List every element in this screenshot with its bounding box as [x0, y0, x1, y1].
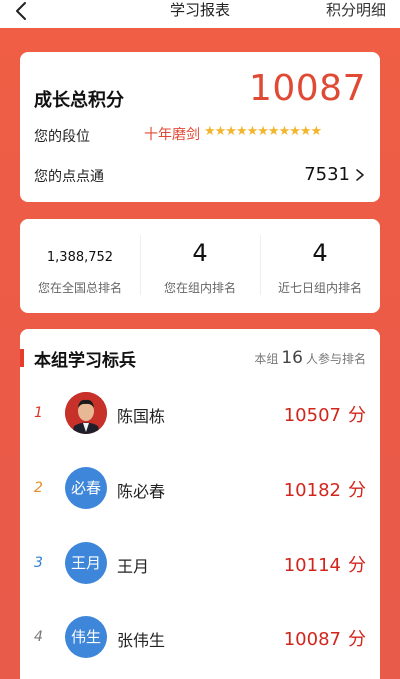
score-value: 10087 [283, 629, 341, 650]
member-score: 10507 分 [284, 401, 366, 427]
rank-number: 4 [34, 629, 43, 645]
group-rank-label: 您在组内排名 [163, 281, 236, 295]
weekly-group-rank-stat: 4 近七日组内排名 [260, 219, 380, 313]
score-unit: 分 [348, 405, 366, 426]
score-unit: 分 [348, 629, 366, 650]
rank-stars-icon: ★★★★★★★★★★★ [204, 124, 322, 139]
person-photo-icon [65, 392, 107, 434]
national-rank-value: 1,388,752 [46, 250, 114, 265]
national-rank-stat: 1,388,752 您在全国总排名 [20, 219, 140, 313]
participant-suffix: 人参与排名 [305, 352, 366, 366]
score-unit: 分 [348, 555, 366, 576]
avatar[interactable]: 必春 [65, 467, 107, 509]
member-name: 陈国栋 [117, 407, 166, 426]
leaderboard-row[interactable]: 4 伟生 张伟生 10087 分 [20, 609, 380, 669]
participant-count: 本组 16 人参与排名 [254, 348, 366, 368]
rank-number: 3 [34, 555, 43, 571]
weekly-group-rank-value: 4 [312, 239, 328, 267]
leaderboard-title: 本组学习标兵 [34, 351, 136, 371]
member-score: 10087 分 [284, 625, 366, 651]
group-rank-stat: 4 您在组内排名 [140, 219, 260, 313]
national-rank-label: 您在全国总排名 [37, 281, 122, 295]
avatar[interactable]: 伟生 [65, 616, 107, 658]
avatar[interactable] [65, 392, 107, 434]
member-name: 王月 [117, 557, 150, 576]
growth-points-label: 成长总积分 [34, 90, 124, 111]
rank-number: 1 [34, 405, 43, 421]
leaderboard-row[interactable]: 2 必春 陈必春 10182 分 [20, 460, 380, 520]
rank-title: 十年磨剑 [144, 127, 200, 143]
member-name: 张伟生 [117, 631, 166, 650]
growth-summary-card: 成长总积分 10087 您的段位 十年磨剑 ★★★★★★★★★★★ 您的点点通 … [20, 52, 380, 202]
points-detail-link[interactable]: 积分明细 [326, 0, 386, 20]
score-value: 10507 [283, 405, 341, 426]
ranking-stats-card: 1,388,752 您在全国总排名 4 您在组内排名 4 近七日组内排名 [20, 219, 380, 313]
rank-number: 2 [34, 480, 43, 496]
leaderboard-row[interactable]: 3 王月 王月 10114 分 [20, 535, 380, 595]
top-bar: 学习报表 积分明细 [0, 0, 400, 28]
member-name: 陈必春 [117, 482, 166, 501]
points-value[interactable]: 7531 [304, 164, 350, 185]
member-score: 10182 分 [284, 476, 366, 502]
participant-prefix: 本组 [254, 352, 279, 366]
growth-points-value: 10087 [248, 68, 366, 109]
points-label[interactable]: 您的点点通 [34, 166, 104, 186]
leaderboard-row[interactable]: 1 陈国栋 10507 分 [20, 385, 380, 445]
member-score: 10114 分 [284, 551, 366, 577]
group-rank-value: 4 [192, 239, 208, 267]
score-value: 10114 [283, 555, 341, 576]
avatar[interactable]: 王月 [65, 542, 107, 584]
score-value: 10182 [283, 480, 341, 501]
weekly-group-rank-label: 近七日组内排名 [277, 281, 362, 295]
section-accent-bar [20, 349, 24, 367]
participant-number: 16 [281, 348, 303, 368]
group-leaderboard-card: 本组学习标兵 本组 16 人参与排名 1 陈国栋 10507 分 2 必春 陈必春 1… [20, 329, 380, 679]
score-unit: 分 [348, 480, 366, 501]
rank-label: 您的段位 [34, 129, 90, 145]
chevron-right-icon[interactable] [354, 168, 366, 182]
